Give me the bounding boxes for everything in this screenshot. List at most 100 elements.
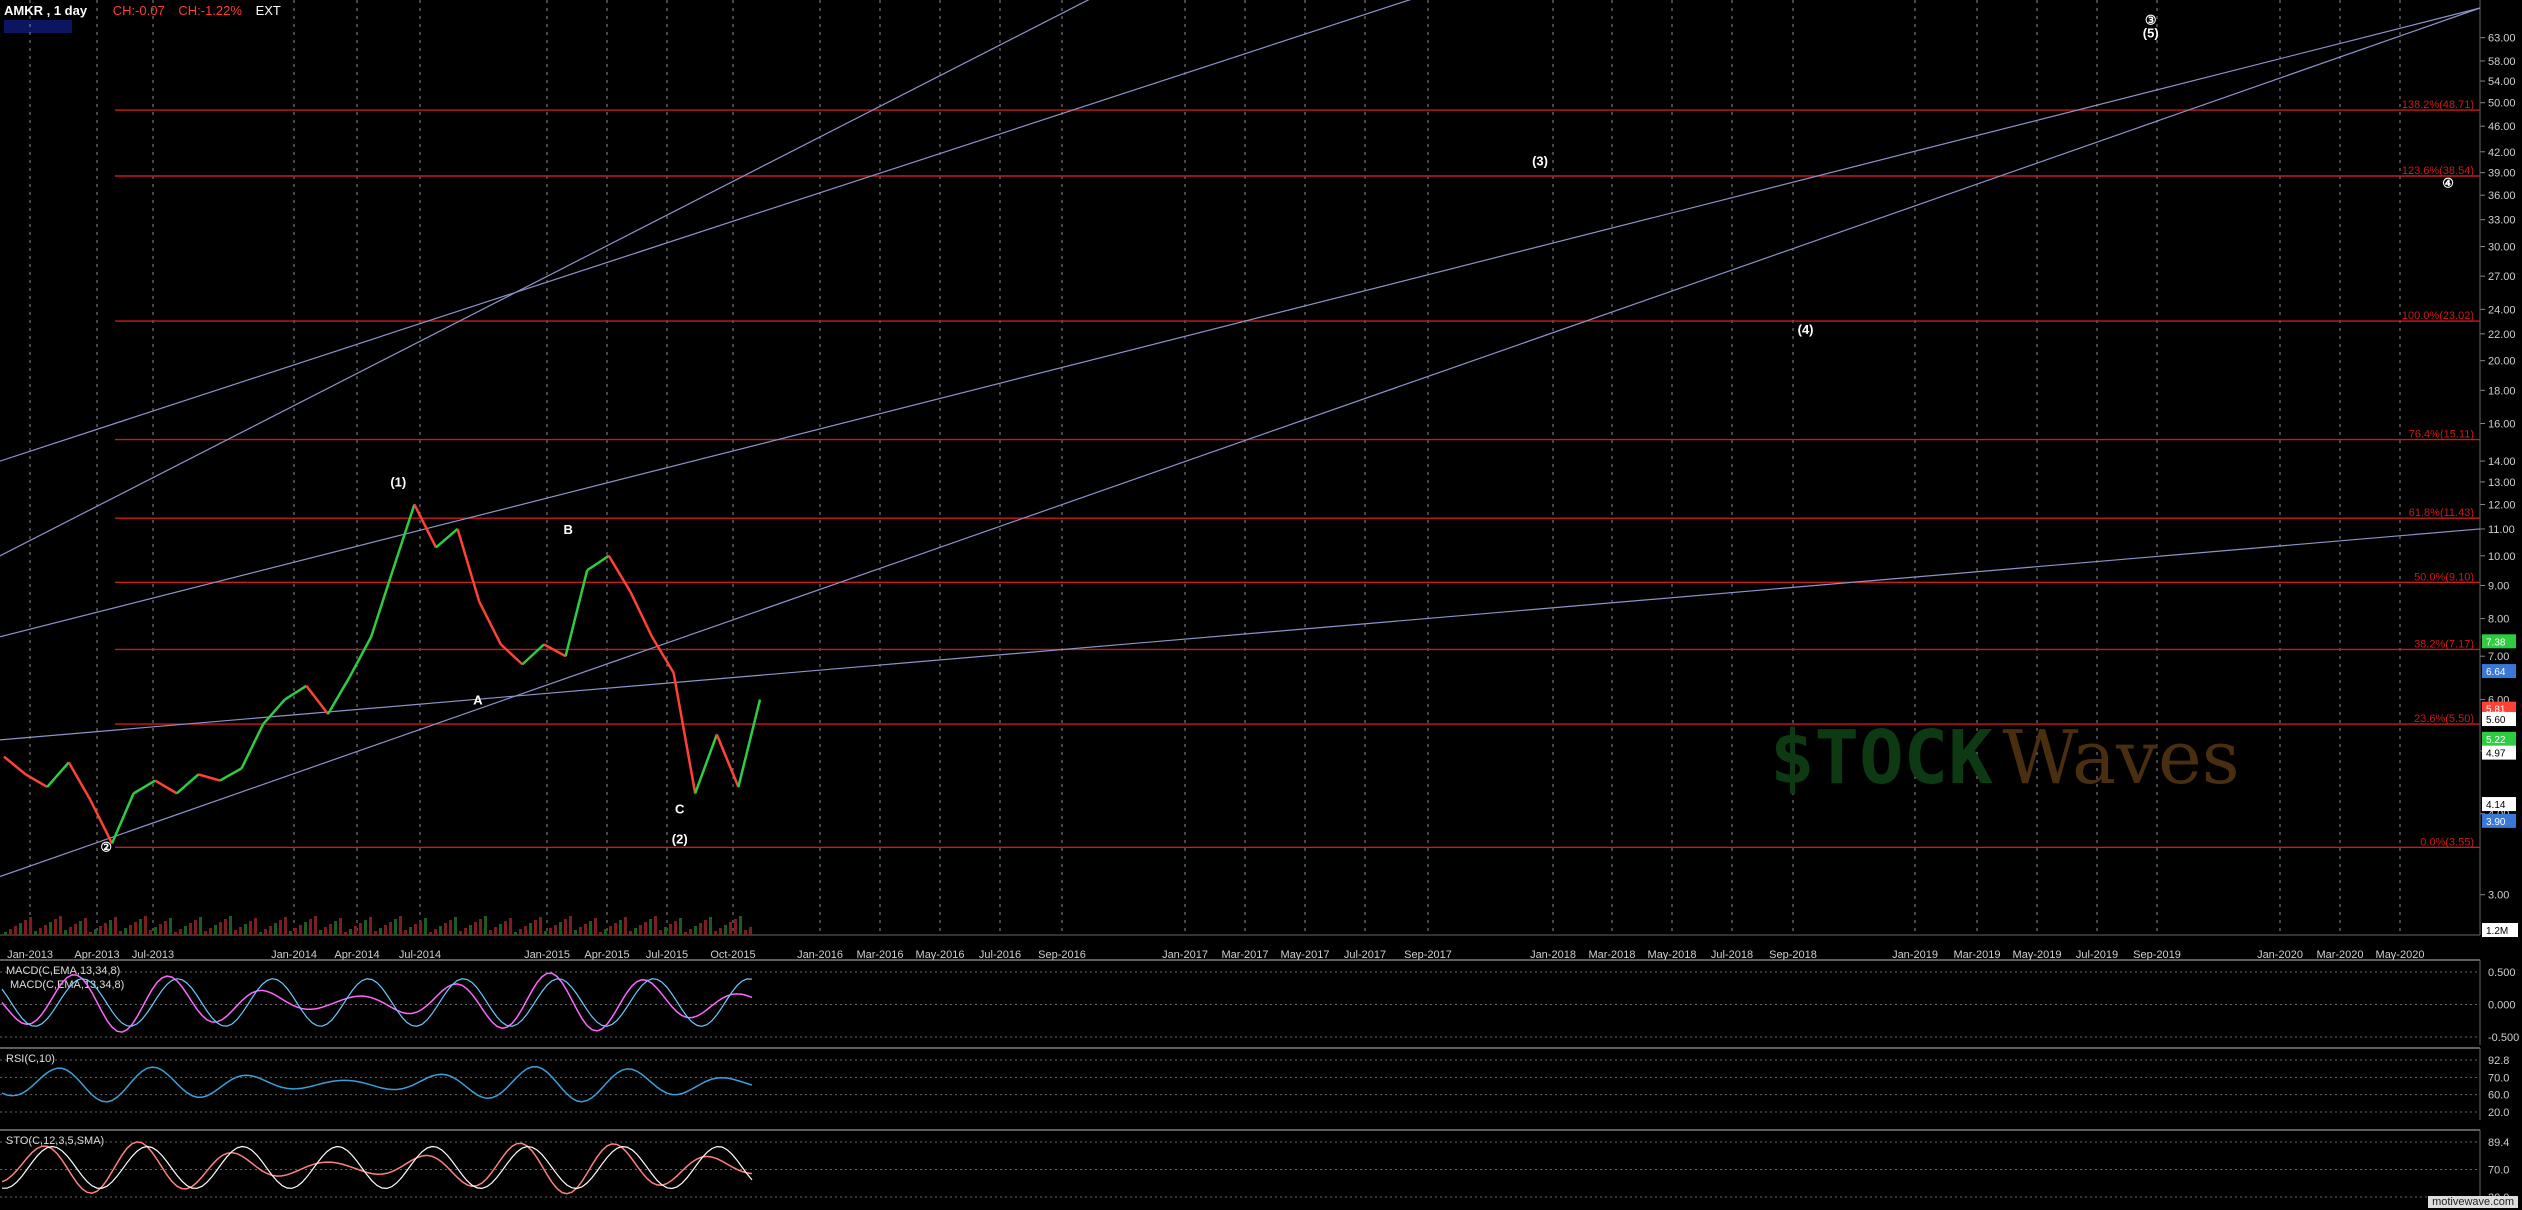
down-candle-segment	[499, 643, 524, 666]
volume-bar	[109, 920, 112, 935]
x-tick-label: May-2019	[2013, 949, 2062, 961]
volume-bar	[544, 931, 547, 935]
volume-bar	[589, 921, 592, 935]
volume-bar	[744, 930, 747, 935]
chart-canvas[interactable]: Jan-2013 Apr-2013 Jul-2013 Jan-2014 Apr-2014…	[0, 0, 2522, 1210]
volume-bar	[339, 918, 342, 935]
x-tick-label: Mar-2020	[2316, 949, 2363, 961]
volume-bar	[39, 928, 42, 935]
up-candle-segment	[284, 684, 308, 701]
watermark-stock-text: $TOCK	[1770, 715, 1993, 801]
rsi-label: RSI(C,10)	[6, 1053, 55, 1065]
volume-bar	[319, 930, 322, 935]
volume-bar	[114, 917, 117, 935]
y-tick-label: 24.00	[2488, 304, 2516, 316]
macd-tick-label: -0.500	[2488, 1032, 2519, 1044]
volume-bar	[104, 923, 107, 935]
up-candle-segment	[694, 734, 718, 794]
volume-bar	[84, 918, 87, 935]
watermark: $TOCK Waves	[1770, 715, 2240, 801]
x-tick-label: Jul-2015	[646, 949, 688, 961]
up-candle-segment	[175, 773, 200, 795]
volume-bar	[629, 931, 632, 935]
fib-level-label: 76.4%(15.11)	[2409, 429, 2474, 441]
x-tick-label: Sep-2018	[1769, 949, 1817, 961]
y-tick-label: 8.00	[2488, 614, 2509, 626]
volume-tag-label: 1.2M	[2486, 926, 2508, 937]
volume-bar	[619, 920, 622, 935]
up-candle-segment	[370, 569, 394, 638]
volume-bar	[9, 929, 12, 935]
volume-bar	[549, 928, 552, 935]
volume-bar	[349, 929, 352, 935]
stoch-tick-label: 89.4	[2488, 1137, 2509, 1149]
volume-bar	[699, 923, 702, 935]
x-tick-label: Mar-2017	[1221, 949, 1268, 961]
volume-bar	[119, 931, 122, 935]
wave-label: (5)	[2143, 26, 2159, 41]
volume-bar	[369, 917, 372, 935]
volume-bar	[644, 922, 647, 935]
y-tick-label: 33.00	[2488, 215, 2516, 227]
macd-tick-label: 0.500	[2488, 967, 2516, 979]
up-candle-segment	[326, 676, 351, 715]
down-candle-segment	[89, 799, 114, 844]
volume-bar	[89, 932, 92, 935]
up-candle-segment	[348, 636, 373, 678]
volume-bar	[279, 920, 282, 935]
volume-bar	[224, 919, 227, 935]
x-tick-label: Jan-2016	[797, 949, 843, 961]
volume-bar	[429, 932, 432, 935]
y-tick-label: 27.00	[2488, 271, 2516, 283]
up-candle-segment	[564, 569, 589, 657]
y-tick-label: 42.00	[2488, 147, 2516, 159]
volume-bar	[424, 918, 427, 935]
down-candle-segment	[67, 761, 92, 801]
x-tick-label: Mar-2018	[1588, 949, 1635, 961]
volume-bar	[454, 917, 457, 935]
y-tick-label: 54.00	[2488, 76, 2516, 88]
price-tag-label: 3.90	[2486, 817, 2506, 828]
volume-bar	[649, 919, 652, 935]
volume-bar	[264, 929, 267, 935]
x-tick-label: Jul-2017	[1344, 949, 1386, 961]
macd-label: MACD(C,EMA,13,34,8)	[6, 965, 120, 977]
y-tick-label: 30.00	[2488, 242, 2516, 254]
volume-bar	[244, 924, 247, 935]
volume-bar	[269, 926, 272, 935]
volume-bar	[724, 925, 727, 935]
x-tick-label: Sep-2017	[1404, 949, 1452, 961]
rsi-line	[1, 1066, 753, 1103]
x-tick-label: May-2017	[1281, 949, 1330, 961]
volume-bar	[329, 924, 332, 935]
down-candle-segment	[413, 503, 438, 549]
x-tick-label: Jan-2017	[1162, 949, 1208, 961]
volume-bar	[344, 932, 347, 935]
x-tick-label: Jan-2020	[2257, 949, 2303, 961]
volume-bar	[169, 918, 172, 935]
volume-bar	[439, 926, 442, 935]
x-tick-label: Apr-2013	[74, 949, 119, 961]
volume-bar	[309, 919, 312, 935]
down-candle-segment	[607, 555, 632, 593]
volume-bar	[259, 932, 262, 935]
volume-bar	[64, 930, 67, 935]
trendline	[0, 0, 1090, 557]
x-tick-label: Jul-2018	[1711, 949, 1753, 961]
volume-bar	[364, 920, 367, 935]
volume-bar	[34, 931, 37, 935]
volume-bar	[294, 928, 297, 935]
fib-level-label: 0.0%(3.55)	[2420, 836, 2474, 848]
volume-bar	[504, 921, 507, 935]
volume-bar	[229, 916, 232, 935]
volume-bar	[219, 922, 222, 935]
volume-bar	[469, 925, 472, 935]
volume-bar	[234, 930, 237, 935]
rsi-tick-label: 70.0	[2488, 1072, 2509, 1084]
volume-bar	[729, 922, 732, 935]
up-candle-segment	[435, 528, 459, 549]
volume-bar	[304, 922, 307, 935]
volume-bar	[684, 932, 687, 935]
down-candle-segment	[24, 773, 48, 788]
volume-bar	[464, 928, 467, 935]
